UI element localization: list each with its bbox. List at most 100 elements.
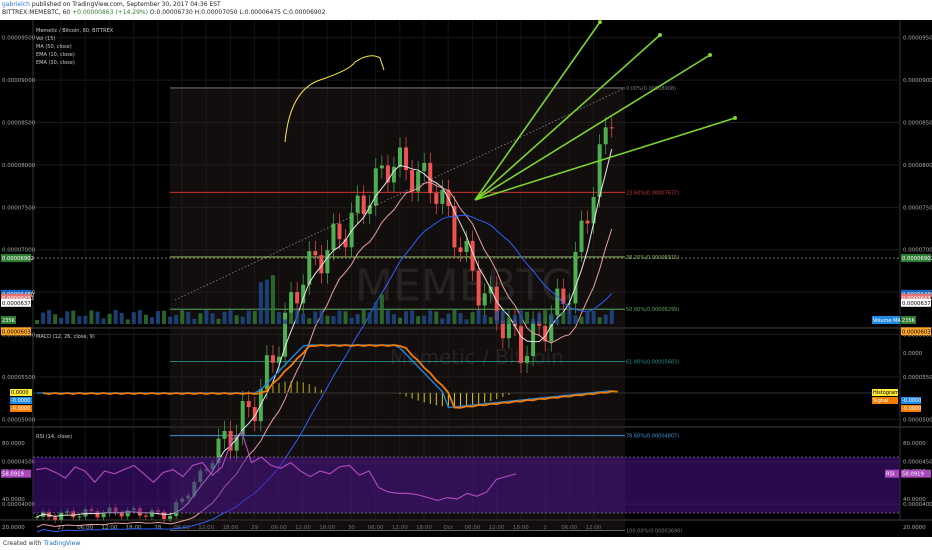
candle-body [289, 292, 294, 313]
time-tick-label: 18:00 [126, 525, 142, 531]
volume-bar [464, 319, 469, 324]
candle-body [270, 355, 275, 363]
candle-body [325, 250, 330, 274]
volume-bar [186, 311, 191, 324]
volume-bar [174, 315, 179, 324]
macd-badge-right-text: -0.0000 [902, 398, 921, 404]
rsi-band [33, 457, 900, 513]
symbol-line: BITTREX:MEMEBTC, 60 [2, 9, 71, 16]
price-tick-label-left: 0.00007000 [2, 248, 36, 254]
publisher-username[interactable]: gabrielch [2, 1, 30, 8]
candle-body [59, 512, 64, 520]
watermark-ticker: MEMEBTC [355, 261, 572, 312]
volume-bar [295, 310, 300, 324]
candle-body [143, 515, 148, 517]
volume-bar [579, 316, 584, 324]
macd-badge-left-text: -0.0000 [11, 398, 30, 404]
volume-bar [89, 310, 94, 324]
price-tick-label-right: 0.00007500 [903, 205, 932, 211]
volume-bar [95, 311, 100, 324]
tradingview-logo[interactable]: TradingView [44, 540, 80, 547]
volume-bar [192, 318, 197, 324]
volume-bar [428, 310, 433, 324]
price-badge-right-text: 0.00006038 [902, 329, 932, 335]
volume-bar [531, 318, 536, 324]
volume-bar [53, 314, 58, 324]
price-tick-label-right: 0.00008000 [903, 163, 932, 169]
fib-level-label: 78.60%(0.00004807) [626, 434, 679, 440]
legend-entry: MA (50, close) [36, 44, 72, 50]
volume-bar [216, 318, 221, 324]
candle-body [331, 223, 336, 251]
price-badge-right-text: 0.00006374 [902, 301, 932, 307]
candle-body [355, 195, 360, 213]
volume-bar [319, 310, 324, 324]
volume-bar [65, 311, 70, 324]
volume-bar [228, 310, 233, 324]
rsi-tick-label: 40.0000 [903, 497, 926, 503]
volume-bar [452, 310, 457, 324]
macd-badge-left-text: -0.0000 [11, 406, 30, 412]
volume-bar [379, 294, 384, 324]
volume-bar [525, 311, 530, 324]
price-tick-label-right: 0.00008500 [903, 121, 932, 127]
volume-bar [470, 312, 475, 324]
volume-bar [597, 317, 602, 324]
candle-body [361, 195, 366, 215]
macd-badge-right-text: Signal [873, 398, 888, 404]
macd-badge-left-text: 0.0000 [11, 390, 29, 396]
volume-bar [488, 317, 493, 324]
price-tick-label-right: 0.00005000 [903, 417, 932, 423]
volume-bar [343, 311, 348, 324]
price-tick-label-right: 0.00004500 [903, 460, 932, 466]
volume-bar [512, 315, 517, 324]
candle-body [434, 193, 439, 204]
candle-body [555, 288, 560, 316]
candle-body [313, 251, 318, 256]
legend-entry: EMA (10, close) [36, 52, 75, 58]
volume-bar [404, 311, 409, 324]
volume-bar [119, 312, 124, 324]
rsi-tick-label-left: 40.0000 [2, 497, 25, 503]
candle-body [101, 513, 106, 518]
volume-bar [258, 282, 263, 324]
volume-bar [331, 316, 336, 324]
volume-bar [410, 310, 415, 324]
volume-bar [77, 316, 82, 324]
candle-body [531, 321, 536, 357]
candle-body [53, 517, 58, 520]
fib-level-label: 23.60%(0.00007677) [626, 190, 679, 196]
macd-badge-right-text: Histogram [873, 390, 899, 396]
volume-bar [156, 310, 160, 324]
volume-bar [240, 316, 245, 324]
candle-body [585, 220, 590, 224]
macd-label: MACD (12, 26, close, 9) [36, 334, 95, 340]
price-tick-label-right: 0.00004000 [903, 502, 932, 508]
volume-bar [482, 314, 487, 324]
chart-canvas[interactable]: 0.00009500 0.00009500 0.00009000 0.00009000… [0, 20, 932, 537]
candle-body [603, 127, 608, 145]
price-tick-label-left: 0.00008000 [2, 163, 36, 169]
candle-body [573, 251, 578, 304]
volume-bar [210, 313, 215, 324]
volume-bar [446, 313, 451, 324]
price-tick-label-left: 0.00008500 [2, 121, 36, 127]
volume-bar [35, 320, 39, 324]
legend-entry: Memetic / Bitcoin, 60, BITTREX [36, 28, 114, 34]
volume-bar [264, 279, 269, 324]
volume-bar [198, 313, 203, 324]
volume-bar [391, 314, 396, 324]
volume-bar [47, 310, 52, 324]
volume-bar [143, 314, 148, 324]
volume-bar [367, 312, 372, 324]
candle-body [519, 326, 523, 363]
volume-bar [519, 310, 523, 324]
candle-body [77, 516, 82, 518]
candle-body [458, 247, 463, 252]
candle-body [398, 147, 402, 167]
volume-bar [349, 317, 354, 324]
volume-bar [168, 316, 173, 324]
macd-tick: 0.0000 [903, 351, 923, 357]
publish-header: gabrielch published on TradingView.com, … [0, 0, 932, 20]
volume-bar [180, 310, 185, 324]
